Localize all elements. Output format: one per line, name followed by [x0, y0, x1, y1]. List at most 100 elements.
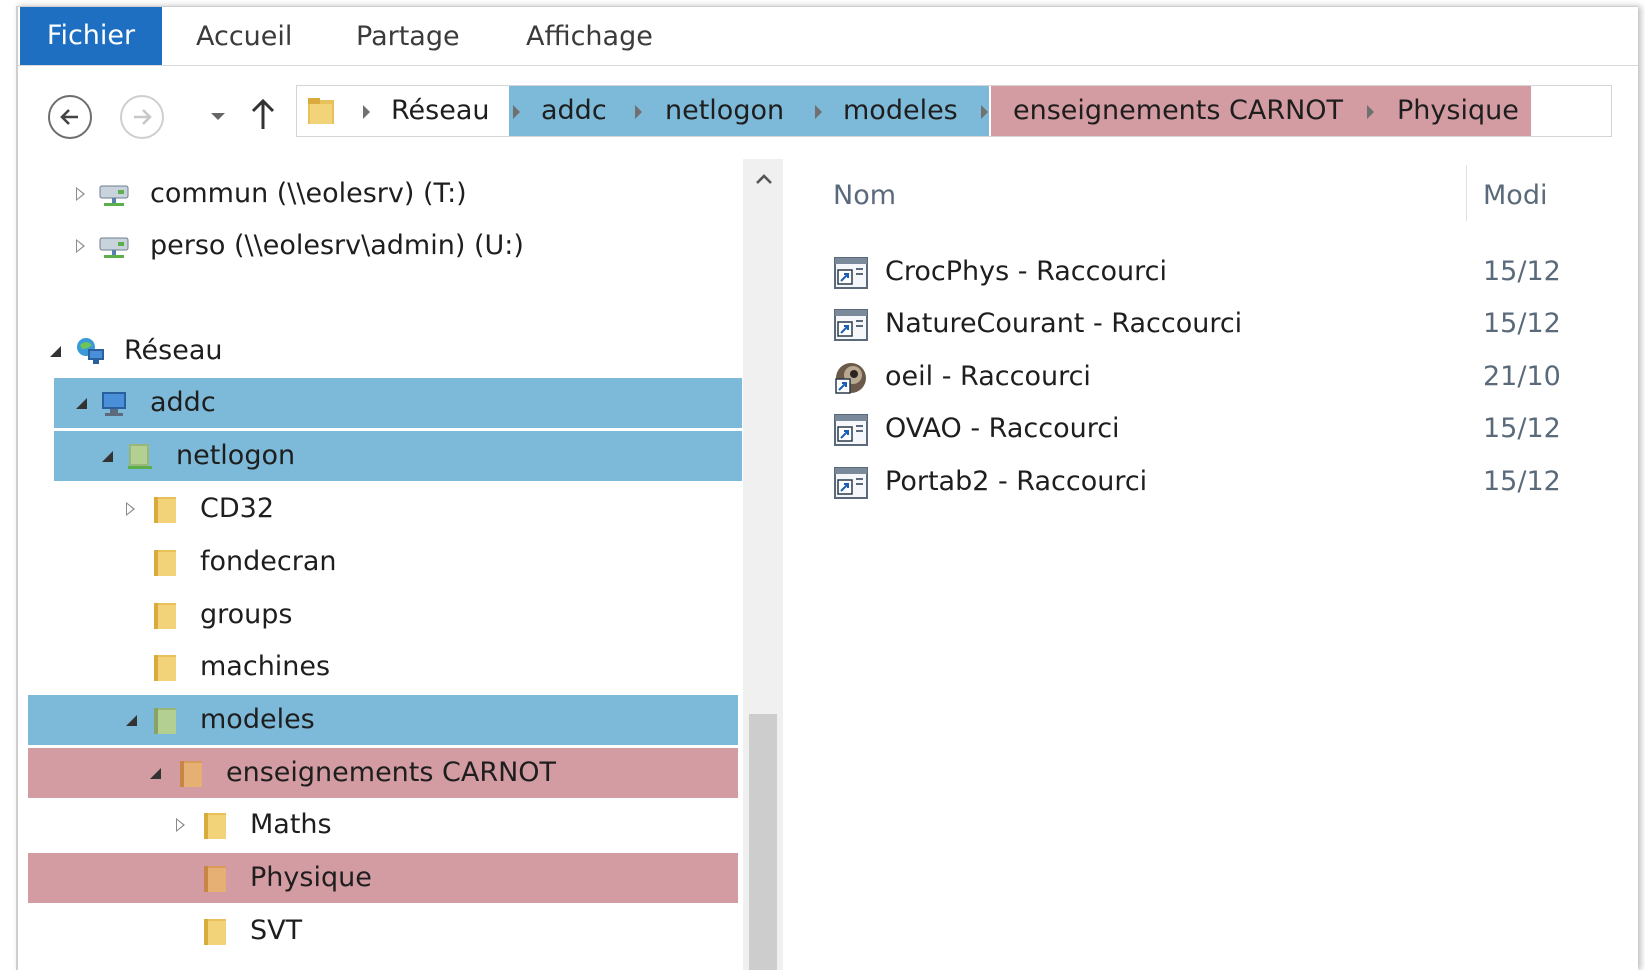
computer-icon: [102, 392, 126, 416]
tree-item-label: fondecran: [200, 546, 337, 577]
breadcrumb-separator: [815, 105, 822, 119]
file-date: 21/10: [1483, 361, 1561, 392]
network-icon: [77, 338, 104, 364]
tree-item-svt[interactable]: SVT: [18, 906, 743, 956]
tree-item-label: netlogon: [176, 440, 296, 471]
tree-item-addc[interactable]: addc: [54, 378, 742, 428]
tree-item-label: commun (\\eolesrv) (T:): [150, 178, 467, 209]
folder-icon: [154, 497, 176, 523]
tree-item-label: CD32: [200, 493, 274, 524]
breadcrumb-physique[interactable]: Physique: [1397, 86, 1519, 136]
address-bar[interactable]: Réseau addc netlogon modeles enseignemen…: [296, 85, 1612, 137]
breadcrumb-separator: [981, 105, 988, 119]
tree-item-label: SVT: [250, 915, 303, 946]
tree-item-perso[interactable]: perso (\\eolesrv\admin) (U:): [18, 221, 743, 271]
network-drive-icon: [99, 185, 129, 206]
tree-item-cd32[interactable]: CD32: [18, 484, 743, 534]
arrow-left-icon: [60, 109, 78, 125]
breadcrumb-modeles[interactable]: modeles: [843, 86, 958, 136]
folder-icon: [308, 98, 334, 124]
breadcrumb-separator: [1367, 105, 1374, 119]
column-header-nom[interactable]: Nom: [833, 171, 896, 221]
tree-item-commun[interactable]: commun (\\eolesrv) (T:): [18, 169, 743, 219]
tree-item-groups[interactable]: groups: [18, 590, 743, 640]
shortcut-icon: [834, 257, 868, 289]
chevron-down-icon: [211, 113, 225, 120]
navigation-bar: Réseau addc netlogon modeles enseignemen…: [18, 69, 1638, 159]
shortcut-icon: [834, 414, 868, 446]
tree-item-label: perso (\\eolesrv\admin) (U:): [150, 230, 524, 261]
explorer-window: Fichier Accueil Partage Affichage Réseau…: [16, 6, 1638, 970]
tree-item-maths[interactable]: Maths: [18, 800, 743, 850]
arrow-right-icon: [134, 109, 152, 125]
column-divider[interactable]: [1466, 165, 1467, 221]
tree-item-netlogon[interactable]: netlogon: [54, 431, 742, 481]
breadcrumb-reseau[interactable]: Réseau: [391, 86, 490, 136]
tree-item-modeles[interactable]: modeles: [28, 695, 738, 745]
file-date: 15/12: [1483, 466, 1561, 497]
arrow-up-icon: [251, 98, 275, 129]
tab-fichier[interactable]: Fichier: [20, 7, 162, 65]
breadcrumb-enseignements-carnot[interactable]: enseignements CARNOT: [1013, 86, 1343, 136]
tab-partage[interactable]: Partage: [356, 7, 460, 65]
tree-item-label: Réseau: [124, 335, 223, 366]
collapse-arrow-icon[interactable]: [50, 346, 61, 357]
scrollbar-thumb[interactable]: [749, 714, 777, 970]
file-row[interactable]: oeil - Raccourci 21/10: [833, 352, 1633, 402]
folder-icon: [204, 813, 226, 839]
tree-item-label: groups: [200, 599, 293, 630]
expand-arrow-icon[interactable]: [176, 818, 185, 832]
folder-icon: [154, 655, 176, 681]
folder-icon: [204, 919, 226, 945]
file-date: 15/12: [1483, 413, 1561, 444]
forward-button[interactable]: [120, 95, 164, 139]
folder-icon: [154, 550, 176, 576]
file-name: NatureCourant - Raccourci: [885, 308, 1243, 339]
tree-item-fondecran[interactable]: fondecran: [18, 537, 743, 587]
tree-item-label: machines: [200, 651, 331, 682]
eye-shortcut-icon: [835, 363, 866, 394]
tree-item-label: addc: [150, 387, 216, 418]
tree-scrollbar[interactable]: [743, 159, 783, 970]
tree-item-machines[interactable]: machines: [18, 642, 743, 692]
tree-item-physique[interactable]: Physique: [28, 853, 738, 903]
up-button[interactable]: [250, 97, 276, 135]
file-row[interactable]: CrocPhys - Raccourci 15/12: [833, 247, 1633, 297]
shortcut-icon: [834, 309, 868, 341]
tree-item-label: modeles: [200, 704, 315, 735]
file-row[interactable]: Portab2 - Raccourci 15/12: [833, 457, 1633, 507]
collapse-arrow-icon[interactable]: [126, 715, 137, 726]
navigation-tree: commun (\\eolesrv) (T:) perso (\\eolesrv…: [18, 159, 743, 970]
shortcut-icon: [834, 467, 868, 499]
chevron-up-icon[interactable]: [755, 173, 773, 185]
shared-folder-icon: [128, 444, 152, 469]
collapse-arrow-icon[interactable]: [150, 768, 161, 779]
back-button[interactable]: [48, 95, 92, 139]
file-list: Nom Modi CrocPhys - Raccourci 15/12 Natu…: [783, 159, 1638, 970]
file-name: CrocPhys - Raccourci: [885, 256, 1167, 287]
expand-arrow-icon[interactable]: [126, 502, 135, 516]
expand-arrow-icon[interactable]: [76, 239, 85, 253]
file-name: oeil - Raccourci: [885, 361, 1091, 392]
tree-item-label: Maths: [250, 809, 332, 840]
breadcrumb-addc[interactable]: addc: [541, 86, 607, 136]
breadcrumb-separator: [363, 105, 370, 119]
tab-affichage[interactable]: Affichage: [526, 7, 653, 65]
collapse-arrow-icon[interactable]: [76, 398, 87, 409]
file-row[interactable]: OVAO - Raccourci 15/12: [833, 404, 1633, 454]
column-header-modifie[interactable]: Modi: [1483, 171, 1547, 221]
breadcrumb-netlogon[interactable]: netlogon: [665, 86, 784, 136]
tree-item-enseignements-carnot[interactable]: enseignements CARNOT: [28, 748, 738, 798]
file-row[interactable]: NatureCourant - Raccourci 15/12: [833, 299, 1633, 349]
file-name: OVAO - Raccourci: [885, 413, 1120, 444]
ribbon-tabs: Fichier Accueil Partage Affichage: [18, 7, 1638, 66]
breadcrumb-separator: [635, 105, 642, 119]
expand-arrow-icon[interactable]: [76, 187, 85, 201]
tree-item-reseau[interactable]: Réseau: [18, 326, 743, 376]
collapse-arrow-icon[interactable]: [102, 451, 113, 462]
tab-accueil[interactable]: Accueil: [196, 7, 292, 65]
tree-item-label: enseignements CARNOT: [226, 757, 557, 788]
file-name: Portab2 - Raccourci: [885, 466, 1148, 497]
file-date: 15/12: [1483, 308, 1561, 339]
recent-locations-dropdown[interactable]: [210, 107, 226, 126]
